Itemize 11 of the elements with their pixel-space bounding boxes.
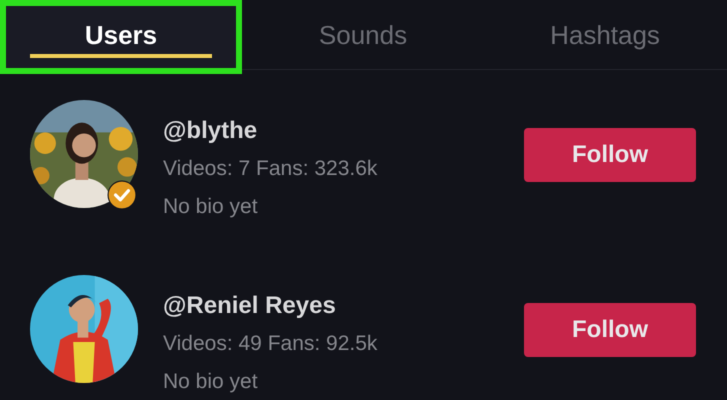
user-bio: No bio yet [163,194,259,220]
tab[interactable]: Hashtags [484,0,726,74]
tab[interactable]: Sounds [242,0,484,74]
user-stats: Videos: 7 Fans: 323.6k [163,156,378,182]
user-stats: Videos: 49 Fans: 92.5k [163,331,378,357]
username[interactable]: @Reniel Reyes [163,289,493,323]
username[interactable]: @blythe [163,114,493,148]
follow-button[interactable]: Follow [524,303,696,357]
follow-button[interactable]: Follow [524,128,696,182]
user-bio: No bio yet [163,369,259,395]
tab[interactable]: Users [0,0,242,74]
